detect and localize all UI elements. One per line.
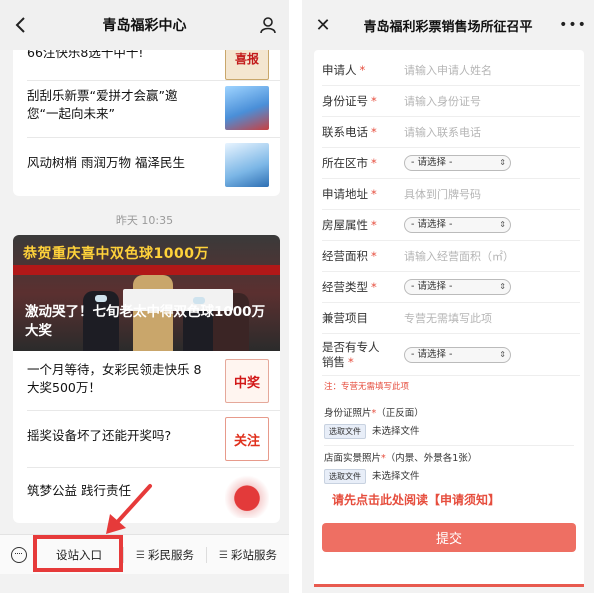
upload-label: 店面实景照片*（内景、外景各1张） [324, 453, 478, 464]
updown-caret-icon: ⇕ [499, 282, 506, 291]
select-field[interactable]: - 请选择 - ⇕ [404, 279, 511, 295]
bottom-accent [314, 584, 584, 587]
menu-icon: ☰ [136, 549, 145, 561]
right-screen: ✕ 青岛福利彩票销售场所征召平 ••• 申请人 * 请输入申请人姓名身份证号 * 请输入… [302, 0, 594, 593]
divider [123, 547, 124, 563]
text-input[interactable]: 请输入经营面积（㎡） [404, 248, 514, 264]
text-input[interactable]: 请输入身份证号 [404, 93, 481, 109]
text-input[interactable]: 请输入申请人姓名 [404, 62, 492, 78]
file-status: 未选择文件 [372, 426, 420, 437]
field-label: 房屋属性 * [322, 217, 377, 232]
form-row: 所在区市 * - 请选择 - ⇕ [322, 148, 580, 179]
field-label: 申请地址 * [322, 186, 377, 201]
submit-button[interactable]: 提交 [322, 523, 576, 552]
menu-station-service[interactable]: ☰ 彩站服务 [207, 535, 289, 575]
news-card-top: …中七百万中子冲奖… 66注快乐8选十中十! 喜报 刮刮乐新票“爱拼才会赢”邀您… [13, 38, 280, 196]
updown-caret-icon: ⇕ [499, 158, 506, 167]
application-form: 申请人 * 请输入申请人姓名身份证号 * 请输入身份证号联系电话 * 请输入联系电话所在区市… [314, 50, 584, 587]
field-label: 身份证号 * [322, 93, 377, 108]
text-input[interactable]: 请输入联系电话 [404, 124, 481, 140]
banner-strip [13, 265, 280, 275]
field-label: 所在区市 * [322, 155, 377, 170]
menu-icon: ☰ [219, 549, 228, 561]
form-row: 申请地址 * 具体到门牌号码 [322, 179, 580, 210]
divider [324, 445, 574, 446]
text-input[interactable]: 具体到门牌号码 [404, 186, 481, 202]
banner-heading: 恭贺重庆喜中双色球1000万 [23, 246, 209, 262]
updown-caret-icon: ⇕ [499, 349, 506, 359]
news-text: 一个月等待，女彩民领走快乐 8 大奖500万！ [27, 362, 202, 395]
news-thumbnail: 关注 [225, 417, 269, 461]
select-field[interactable]: - 请选择 - ⇕ [404, 217, 511, 233]
list-item[interactable]: 刮刮乐新票“爱拼才会赢”邀您“一起向未来” [13, 81, 280, 138]
form-row: 兼营项目 专营无需填写此项 [322, 303, 580, 334]
keyboard-icon[interactable] [11, 547, 27, 563]
list-item[interactable]: 摇奖设备坏了还能开奖吗? 关注 [13, 411, 280, 468]
form-row: 身份证号 * 请输入身份证号 [322, 86, 580, 117]
field-label: 申请人 * [322, 62, 366, 77]
right-title-bar: ✕ 青岛福利彩票销售场所征召平 ••• [302, 0, 594, 50]
form-row: 联系电话 * 请输入联系电话 [322, 117, 580, 148]
menu-label: 彩站服务 [230, 548, 277, 562]
banner-caption: 激动哭了！七旬老太中得双色球1000万大奖 [25, 304, 266, 339]
news-thumbnail [225, 86, 269, 130]
headline-banner[interactable]: 恭贺重庆喜中双色球1000万 激动哭了！七旬老太中得双色球1000万大奖 [13, 235, 280, 351]
updown-caret-icon: ⇕ [499, 220, 506, 229]
close-icon[interactable]: ✕ [312, 14, 334, 36]
id-photo-upload: 身份证照片*（正反面） 选取文件 未选择文件 [324, 405, 574, 446]
arrow-annotation-icon [106, 484, 152, 534]
left-screen: …中七百万中子冲奖… 66注快乐8选十中十! 喜报 刮刮乐新票“爱拼才会赢”邀您… [0, 0, 289, 593]
upload-label: 身份证照片*（正反面） [324, 408, 424, 419]
store-photo-upload: 店面实景照片*（内景、外景各1张） 选取文件 未选择文件 [324, 450, 574, 484]
field-label: 联系电话 * [322, 124, 377, 139]
form-row: 房屋属性 * - 请选择 - ⇕ [322, 210, 580, 241]
field-label: 兼营项目 [322, 310, 368, 325]
news-text: 摇奖设备坏了还能开奖吗? [27, 428, 172, 443]
page-title: 青岛福利彩票销售场所征召平 [363, 19, 533, 35]
news-thumbnail: 中奖 [225, 359, 269, 403]
form-row: 经营类型 * - 请选择 - ⇕ [322, 272, 580, 303]
left-title-bar: 青岛福彩中心 [0, 0, 289, 50]
message-timestamp: 昨天 10:35 [115, 214, 174, 227]
highlight-box [33, 535, 123, 572]
news-thumbnail [225, 143, 269, 187]
back-icon[interactable] [10, 14, 32, 36]
news-thumbnail [225, 474, 269, 518]
read-notice-link[interactable]: 请先点击此处阅读【申请须知】 [332, 491, 500, 508]
list-item[interactable]: 一个月等待，女彩民领走快乐 8 大奖500万！ 中奖 [13, 351, 280, 411]
more-icon[interactable]: ••• [559, 14, 586, 36]
form-row: 经营面积 * 请输入经营面积（㎡） [322, 241, 580, 272]
profile-icon[interactable] [257, 14, 279, 36]
field-label: 经营面积 * [322, 248, 377, 263]
select-field[interactable]: - 请选择 - ⇕ [404, 346, 511, 363]
choose-file-button[interactable]: 选取文件 [324, 424, 366, 439]
form-row: 申请人 * 请输入申请人姓名 [322, 55, 580, 86]
select-field[interactable]: - 请选择 - ⇕ [404, 155, 511, 171]
news-text: 风动树梢 雨润万物 福泽民生 [27, 155, 185, 170]
choose-file-button[interactable]: 选取文件 [324, 469, 366, 484]
text-input[interactable]: 专营无需填写此项 [404, 310, 492, 326]
form-row: 是否有专人销售 * - 请选择 - ⇕ [322, 334, 580, 376]
news-text: 刮刮乐新票“爱拼才会赢”邀您“一起向未来” [27, 88, 178, 121]
menu-label: 彩民服务 [147, 548, 194, 562]
field-label: 经营类型 * [322, 279, 377, 294]
field-label: 是否有专人销售 * [322, 339, 380, 369]
page-title: 青岛福彩中心 [102, 18, 187, 34]
file-status: 未选择文件 [372, 471, 420, 482]
list-item[interactable]: 风动树梢 雨润万物 福泽民生 [13, 138, 280, 195]
form-note: 注：专营无需填写此项 [324, 382, 410, 392]
menu-player-service[interactable]: ☰ 彩民服务 [125, 535, 205, 575]
banner-photo [95, 295, 107, 302]
